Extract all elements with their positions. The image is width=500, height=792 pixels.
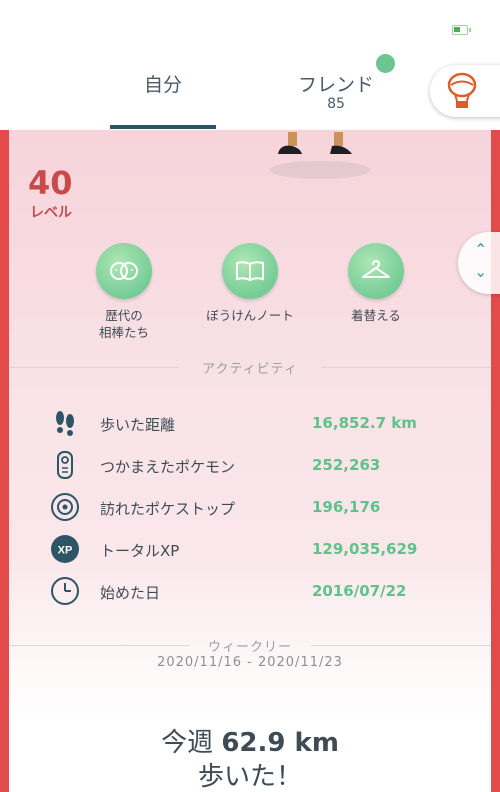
weekly-distance: 62.9 km <box>221 728 339 758</box>
stat-name: 歩いた距離 <box>100 416 176 434</box>
top-header: 自分 フレンド 85 <box>0 0 500 130</box>
buddy-history-label-line1: 歴代の <box>105 308 143 323</box>
svg-text:XP: XP <box>58 545 73 557</box>
activity-heading-text: アクティビティ <box>202 362 298 377</box>
tab-friends[interactable]: フレンド <box>280 70 392 97</box>
style-label: 着替える <box>351 308 401 323</box>
balloon-button[interactable] <box>430 65 500 117</box>
friend-count: 85 <box>327 96 345 112</box>
weekly-distance-line: 今週 62.9 km <box>9 722 491 759</box>
stat-row-xp: XP トータルXP 129,035,629 <box>50 534 470 564</box>
weekly-prefix: 今週 <box>161 728 214 758</box>
stat-value: 196,176 <box>312 498 381 516</box>
tab-active-indicator <box>110 125 216 129</box>
activity-heading: アクティビティ <box>9 358 491 377</box>
weekly-heading-text: ウィークリー <box>207 640 292 655</box>
buddy-history-label: 歴代の 相棒たち <box>64 307 184 341</box>
level-number: 40 <box>28 164 73 202</box>
stat-name: 訪れたポケストップ <box>100 500 236 518</box>
footprints-icon <box>50 408 80 438</box>
open-book-icon <box>222 243 278 299</box>
stat-value: 16,852.7 km <box>312 414 417 432</box>
stat-row-distance: 歩いた距離 16,852.7 km <box>50 408 470 438</box>
buddy-history-label-line2: 相棒たち <box>98 325 149 340</box>
stat-value: 129,035,629 <box>312 540 418 558</box>
clock-icon <box>50 576 80 606</box>
battery-icon <box>452 25 471 35</box>
xp-icon: XP <box>50 534 80 564</box>
avatar-feet <box>270 132 370 179</box>
weekly-suffix: 歩いた！ <box>197 762 302 792</box>
weekly-date-range: 2020/11/16 - 2020/11/23 <box>157 655 343 670</box>
tab-self[interactable]: 自分 <box>110 70 216 97</box>
hot-air-balloon-icon <box>447 72 477 108</box>
notification-dot <box>376 54 395 73</box>
stat-row-caught: つかまえたポケモン 252,263 <box>50 450 470 480</box>
stat-name: つかまえたポケモン <box>100 458 236 476</box>
stat-name: トータルXP <box>100 542 180 560</box>
style-button[interactable]: 着替える <box>316 243 436 324</box>
stat-value: 252,263 <box>312 456 381 474</box>
weekly-heading: ウィークリー <box>9 636 491 655</box>
stat-name: 始めた日 <box>100 584 161 602</box>
level-label: レベル <box>30 205 72 221</box>
chevron-up-icon: ⌃ <box>474 240 488 259</box>
hanger-icon <box>348 243 404 299</box>
stat-row-start-date: 始めた日 2016/07/22 <box>50 576 470 606</box>
pokestop-icon <box>50 492 80 522</box>
journal-button[interactable]: ぼうけんノート <box>190 243 310 324</box>
journal-label: ぼうけんノート <box>206 308 294 323</box>
buddy-faces-icon <box>96 243 152 299</box>
stat-row-pokestops: 訪れたポケストップ 196,176 <box>50 492 470 522</box>
stat-value: 2016/07/22 <box>312 582 407 600</box>
buddy-history-button[interactable]: 歴代の 相棒たち <box>64 243 184 341</box>
pokedex-icon <box>50 450 80 480</box>
chevron-down-icon: ⌄ <box>474 262 488 281</box>
